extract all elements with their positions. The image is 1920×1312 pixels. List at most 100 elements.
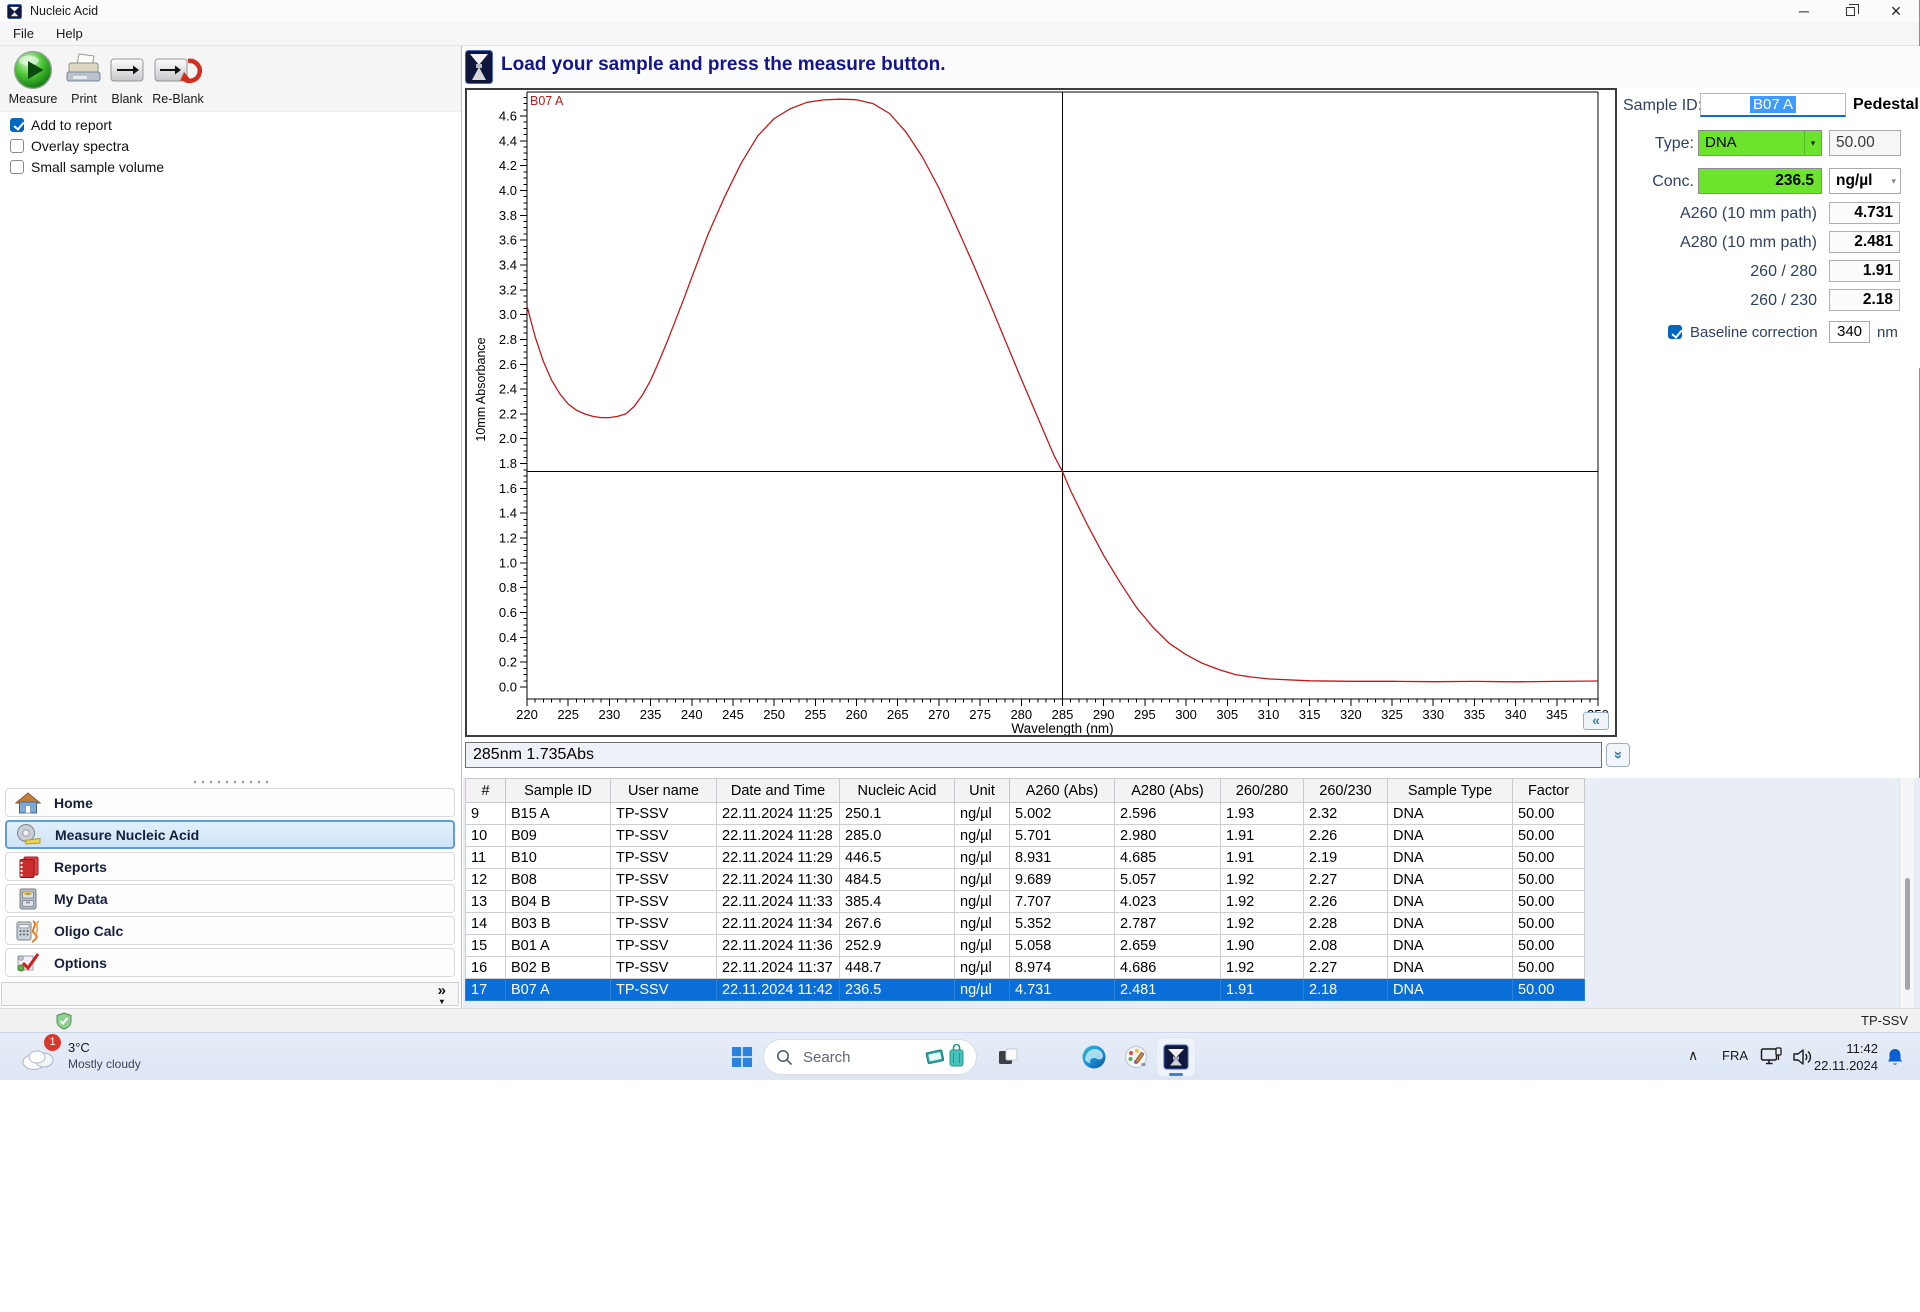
- measure-options: Add to report Overlay spectra Small samp…: [10, 114, 164, 177]
- app-statusbar: TP-SSV: [0, 1008, 1920, 1032]
- sidebar-item-label: My Data: [54, 890, 108, 907]
- menu-file[interactable]: File: [13, 26, 34, 41]
- column-header[interactable]: A280 (Abs): [1114, 778, 1221, 803]
- column-header[interactable]: Factor: [1512, 778, 1585, 803]
- sample-id-value: B07 A: [1749, 96, 1797, 113]
- svg-text:230: 230: [599, 707, 621, 722]
- task-view-button[interactable]: [988, 1037, 1028, 1077]
- svg-text:4.6: 4.6: [499, 109, 517, 124]
- collapse-chart-button[interactable]: «: [1583, 712, 1609, 730]
- print-button[interactable]: Print: [62, 49, 106, 109]
- column-header[interactable]: User name: [610, 778, 717, 803]
- add-to-report-checkbox[interactable]: Add to report: [10, 114, 164, 135]
- measure-label: Measure: [8, 92, 58, 106]
- expand-readout-button[interactable]: »: [1606, 743, 1630, 767]
- a260-value: 4.731: [1829, 202, 1900, 224]
- baseline-checkbox[interactable]: [1668, 325, 1682, 339]
- table-row[interactable]: 13 B04 B TP-SSV 22.11.2024 11:33 385.4 ng/µl 7…: [465, 890, 1585, 913]
- conc-unit-value: ng/µl: [1836, 172, 1873, 189]
- ratio-260-280-value: 1.91: [1829, 260, 1900, 282]
- table-scrollbar[interactable]: [1899, 778, 1914, 1008]
- edge-browser-button[interactable]: [1074, 1037, 1114, 1077]
- type-dropdown-arrow-icon[interactable]: ▾: [1804, 131, 1821, 155]
- spectrum-chart[interactable]: 220 225 230 235 240 245 250 255 260 265 270 275 280 2…: [467, 90, 1615, 736]
- reblank-button[interactable]: Re-Blank: [150, 49, 206, 109]
- table-row[interactable]: 12 B08 TP-SSV 22.11.2024 11:30 484.5 ng/µl 9.6…: [465, 868, 1585, 891]
- app-window: Nucleic Acid ─ × File Help Measure Print…: [0, 0, 1920, 1032]
- network-icon[interactable]: [1760, 1047, 1782, 1072]
- paint-app-button[interactable]: [1116, 1037, 1156, 1077]
- restore-button[interactable]: [1827, 0, 1873, 22]
- type-label: Type:: [1654, 135, 1694, 152]
- column-header[interactable]: Nucleic Acid: [839, 778, 955, 803]
- table-row[interactable]: 9 B15 A TP-SSV 22.11.2024 11:25 250.1 ng/µl 5.…: [465, 802, 1585, 825]
- svg-text:295: 295: [1134, 707, 1156, 722]
- column-header[interactable]: Date and Time: [716, 778, 840, 803]
- checkbox-icon: [10, 159, 24, 174]
- table-row[interactable]: 16 B02 B TP-SSV 22.11.2024 11:37 448.7 ng/µl 8…: [465, 956, 1585, 979]
- menu-help[interactable]: Help: [56, 26, 83, 41]
- volume-icon[interactable]: [1792, 1047, 1814, 1072]
- column-header[interactable]: 260/230: [1303, 778, 1388, 803]
- edge-icon: [1082, 1045, 1106, 1069]
- measure-button[interactable]: Measure: [6, 49, 60, 109]
- baseline-wavelength-field[interactable]: 340: [1829, 321, 1870, 343]
- sidebar-item-my-data[interactable]: My Data: [5, 884, 455, 913]
- table-row[interactable]: 17 B07 A TP-SSV 22.11.2024 11:42 236.5 ng/µl 4…: [465, 978, 1585, 1001]
- search-box[interactable]: Search: [763, 1039, 977, 1075]
- home-icon: [14, 791, 42, 815]
- panel-splitter-handle[interactable]: [191, 780, 271, 784]
- sidebar-item-reports[interactable]: Reports: [5, 852, 455, 881]
- weather-widget[interactable]: 1 3°C Mostly cloudy: [14, 1034, 224, 1079]
- svg-text:280: 280: [1010, 707, 1032, 722]
- notification-bell-icon[interactable]: [1886, 1047, 1904, 1072]
- scrollbar-thumb[interactable]: [1905, 878, 1910, 990]
- column-header[interactable]: Sample Type: [1387, 778, 1513, 803]
- svg-text:3.6: 3.6: [499, 233, 517, 248]
- table-row[interactable]: 14 B03 B TP-SSV 22.11.2024 11:34 267.6 ng/µl 5…: [465, 912, 1585, 935]
- window-controls: ─ ×: [1781, 0, 1919, 22]
- sidebar-item-home[interactable]: Home: [5, 788, 455, 817]
- factor-field[interactable]: 50.00: [1829, 130, 1901, 156]
- table-row[interactable]: 11 B10 TP-SSV 22.11.2024 11:29 446.5 ng/µl 8.9…: [465, 846, 1585, 869]
- svg-text:310: 310: [1258, 707, 1280, 722]
- svg-text:220: 220: [516, 707, 538, 722]
- clock[interactable]: 11:42 22.11.2024: [1814, 1040, 1878, 1074]
- overlay-spectra-checkbox[interactable]: Overlay spectra: [10, 135, 164, 156]
- close-button[interactable]: ×: [1873, 0, 1919, 22]
- menubar: File Help: [0, 22, 1919, 46]
- start-button[interactable]: [722, 1037, 762, 1077]
- sample-id-input[interactable]: B07 A: [1700, 93, 1846, 117]
- baseline-unit-label: nm: [1877, 324, 1898, 341]
- nucleic-acid-app-button[interactable]: [1156, 1037, 1196, 1077]
- table-row[interactable]: 10 B09 TP-SSV 22.11.2024 11:28 285.0 ng/µl 5.7…: [465, 824, 1585, 847]
- a280-value: 2.481: [1829, 231, 1900, 253]
- small-sample-volume-checkbox[interactable]: Small sample volume: [10, 156, 164, 177]
- column-header[interactable]: 260/280: [1220, 778, 1304, 803]
- sidebar-item-oligo-calc[interactable]: Oligo Calc: [5, 916, 455, 945]
- table-row[interactable]: 15 B01 A TP-SSV 22.11.2024 11:36 252.9 ng/µl 5…: [465, 934, 1585, 957]
- language-indicator[interactable]: FRA: [1722, 1048, 1748, 1063]
- sidebar-footer[interactable]: » ▾: [1, 982, 459, 1006]
- column-header[interactable]: #: [465, 778, 506, 803]
- notification-badge: 1: [44, 1034, 61, 1051]
- conc-unit-select[interactable]: ng/µl ▾: [1829, 168, 1901, 194]
- sidebar-item-measure-nucleic-acid[interactable]: Measure Nucleic Acid: [5, 820, 455, 849]
- svg-text:2.4: 2.4: [499, 382, 517, 397]
- svg-text:1.4: 1.4: [499, 506, 517, 521]
- svg-text:320: 320: [1340, 707, 1362, 722]
- sidebar-item-label: Home: [54, 794, 93, 811]
- blank-button[interactable]: Blank: [106, 49, 148, 109]
- cursor-readout: 285nm 1.735Abs: [465, 742, 1602, 768]
- svg-text:1.2: 1.2: [499, 531, 517, 546]
- column-header[interactable]: A260 (Abs): [1009, 778, 1115, 803]
- minimize-button[interactable]: ─: [1781, 0, 1827, 22]
- column-header[interactable]: Unit: [954, 778, 1010, 803]
- tray-expand-icon[interactable]: ∧: [1688, 1047, 1698, 1064]
- sidebar-item-options[interactable]: Options: [5, 948, 455, 977]
- type-select[interactable]: DNA ▾: [1698, 130, 1822, 156]
- paint-palette-icon: [1125, 1046, 1147, 1068]
- column-header[interactable]: Sample ID: [505, 778, 611, 803]
- svg-text:3.8: 3.8: [499, 208, 517, 223]
- spectrum-chart-container: 220 225 230 235 240 245 250 255 260 265 270 275 280 2…: [465, 88, 1617, 737]
